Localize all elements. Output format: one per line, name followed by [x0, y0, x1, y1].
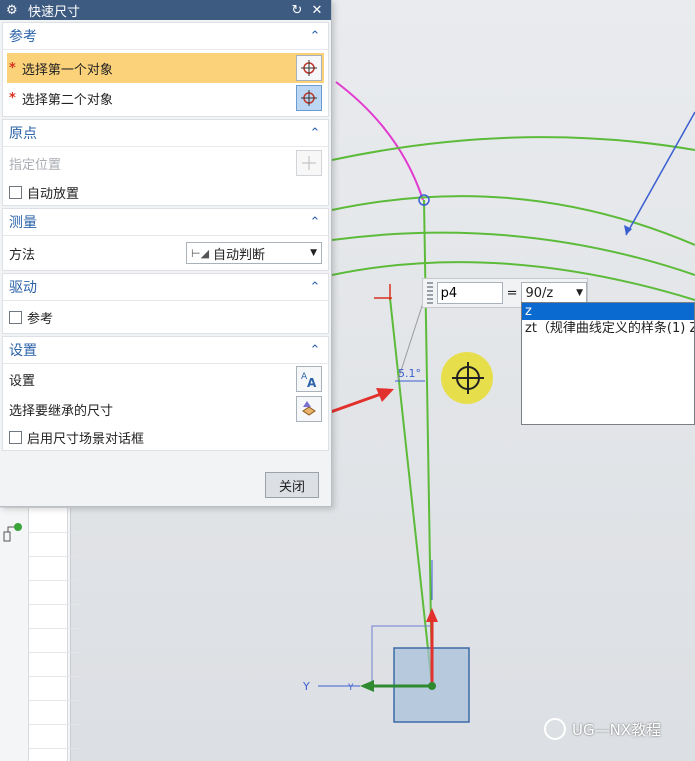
red-pointer-arrow	[324, 391, 385, 416]
svg-text:A: A	[307, 376, 317, 389]
reference-header[interactable]: 参考 ⌃	[3, 23, 328, 50]
dropdown-arrow-icon[interactable]: ▼	[310, 248, 317, 258]
drive-reference-row[interactable]: 参考	[3, 301, 328, 333]
navigator-icon[interactable]	[2, 522, 24, 544]
close-icon[interactable]: ✕	[309, 3, 325, 18]
settings-header[interactable]: 设置 ⌃	[3, 337, 328, 364]
expression-suggestion-list: z zt（规律曲线定义的样条(1) Z	[521, 302, 695, 425]
select-second-object-label: 选择第二个对象	[21, 92, 113, 108]
chevron-up-icon[interactable]: ⌃	[308, 126, 322, 141]
drive-reference-checkbox[interactable]	[9, 310, 22, 324]
select-second-object-row[interactable]: * 选择第二个对象	[7, 83, 324, 113]
dialog-footer: 关闭	[0, 464, 331, 506]
origin-header[interactable]: 原点 ⌃	[3, 120, 328, 147]
watermark-icon	[544, 718, 566, 740]
chevron-up-icon[interactable]: ⌃	[308, 29, 322, 44]
enable-dialog-label: 启用尺寸场景对话框	[27, 431, 145, 447]
triad-z-head	[426, 608, 438, 622]
enable-dialog-checkbox[interactable]	[9, 430, 22, 444]
method-dropdown[interactable]: ⊢◢ 自动判断 ▼	[186, 242, 322, 264]
dropdown-arrow-icon[interactable]: ▼	[576, 288, 583, 298]
close-button[interactable]: 关闭	[265, 472, 319, 498]
triad-y-label: Y	[302, 680, 310, 693]
method-value: 自动判断	[213, 247, 266, 263]
green-arc-1	[331, 136, 695, 161]
suggestion-item[interactable]: z	[522, 303, 694, 320]
drive-reference-label: 参考	[27, 311, 54, 327]
green-arc-2	[331, 195, 695, 246]
dialog-title: 快速尺寸	[28, 4, 81, 20]
gear-icon[interactable]: ⚙	[6, 3, 20, 18]
dimension-name-input[interactable]	[436, 282, 503, 304]
expression-value: 90/z	[525, 285, 554, 301]
inherit-label: 选择要继承的尺寸	[9, 403, 114, 419]
enable-dialog-row[interactable]: 启用尺寸场景对话框	[3, 424, 328, 450]
quick-dimension-dialog: ⚙ 快速尺寸 ↻ ✕ 参考 ⌃ * 选择第一个对象 * 选择第二个对象 原点 ⌃…	[0, 0, 332, 507]
drive-header[interactable]: 驱动 ⌃	[3, 274, 328, 301]
required-star: *	[9, 90, 16, 106]
measure-group: 测量 ⌃ 方法 ⊢◢ 自动判断 ▼	[2, 208, 329, 271]
equals-sign: =	[506, 285, 518, 301]
location-picker-icon[interactable]	[296, 150, 322, 176]
auto-place-checkbox[interactable]	[9, 185, 22, 199]
specify-location-label: 指定位置	[9, 157, 62, 173]
method-row: 方法 ⊢◢ 自动判断 ▼	[3, 236, 328, 270]
auto-place-label: 自动放置	[27, 186, 80, 202]
chevron-up-icon[interactable]: ⌃	[308, 215, 322, 230]
method-label: 方法	[9, 247, 36, 263]
auto-infer-icon: ⊢◢	[191, 246, 210, 260]
navigator-column	[28, 508, 79, 761]
magenta-curve	[335, 81, 424, 201]
settings-group: 设置 ⌃ 设置 AA 选择要继承的尺寸 启用尺寸场景对话框	[2, 336, 329, 451]
chevron-up-icon[interactable]: ⌃	[308, 343, 322, 358]
first-object-crosshair-icon[interactable]	[296, 55, 322, 81]
drive-group: 驱动 ⌃ 参考	[2, 273, 329, 334]
second-object-crosshair-icon[interactable]	[296, 85, 322, 111]
triad-x-head	[360, 680, 374, 692]
datum-y-label: Y	[347, 683, 354, 693]
suggestion-item[interactable]: zt（规律曲线定义的样条(1) Z	[522, 320, 694, 337]
watermark: UG—NX教程	[544, 718, 661, 740]
specify-location-row: 指定位置	[3, 147, 328, 179]
inherit-row: 选择要继承的尺寸	[3, 394, 328, 424]
inherit-dimension-icon[interactable]	[296, 396, 322, 422]
reference-group: 参考 ⌃ * 选择第一个对象 * 选择第二个对象	[2, 22, 329, 117]
origin-group: 原点 ⌃ 指定位置 自动放置	[2, 119, 329, 206]
drag-handle[interactable]	[427, 282, 433, 304]
watermark-text: UG—NX教程	[572, 720, 662, 739]
select-first-object-row[interactable]: * 选择第一个对象	[7, 53, 324, 83]
auto-place-row[interactable]: 自动放置	[3, 179, 328, 205]
select-first-object-label: 选择第一个对象	[21, 62, 113, 78]
refresh-icon[interactable]: ↻	[289, 3, 305, 18]
angle-label: 5.1°	[398, 367, 421, 380]
triad-origin	[428, 682, 436, 690]
measure-header[interactable]: 测量 ⌃	[3, 209, 328, 236]
chevron-up-icon[interactable]: ⌃	[308, 280, 322, 295]
settings-row: 设置 AA	[3, 364, 328, 394]
green-arc-3	[331, 231, 695, 276]
text-settings-icon[interactable]: AA	[296, 366, 322, 392]
expression-field[interactable]: 90/z ▼	[521, 282, 587, 304]
red-marker	[374, 284, 392, 300]
settings-label: 设置	[9, 373, 36, 389]
leader-line	[625, 111, 695, 236]
part-navigator-strip	[0, 508, 79, 761]
required-star: *	[9, 60, 16, 76]
dialog-titlebar[interactable]: ⚙ 快速尺寸 ↻ ✕	[0, 0, 331, 20]
